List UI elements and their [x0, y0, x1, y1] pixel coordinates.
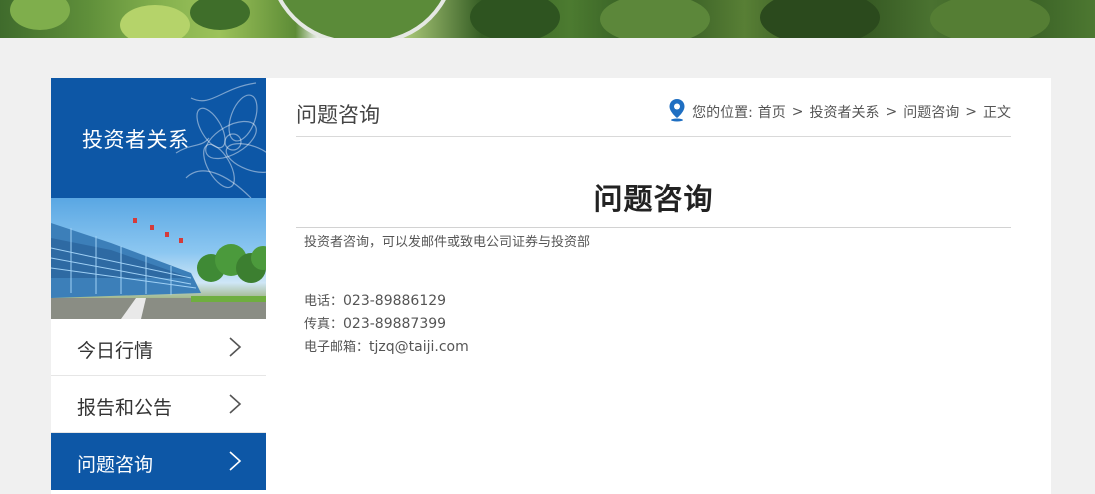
contact-email: 电子邮箱：tjzq@taiji.com	[304, 336, 469, 359]
contact-value: 023-89887399	[343, 316, 447, 332]
sidebar-item-today-market[interactable]: 今日行情	[51, 319, 266, 376]
breadcrumb-separator: >	[965, 104, 977, 120]
contact-label: 电子邮箱：	[304, 340, 370, 355]
sidebar-building-photo	[51, 198, 266, 319]
breadcrumb-separator: >	[885, 104, 898, 120]
chevron-right-icon	[229, 394, 242, 414]
chevron-right-icon	[229, 337, 242, 357]
header-banner-image	[0, 0, 1095, 38]
sidebar-item-label: 今日行情	[77, 340, 154, 362]
article-title: 问题咨询	[593, 182, 714, 216]
contact-phone: 电话：023-89886129	[304, 290, 469, 313]
breadcrumb-link-home[interactable]: 首页	[758, 102, 786, 122]
sidebar-section-title: 投资者关系	[82, 128, 190, 152]
page-title: 问题咨询	[296, 103, 380, 127]
sidebar: 投资者关系 今日行情 报告和公告 问题咨询	[51, 78, 266, 494]
breadcrumb-prefix: 您的位置:	[692, 105, 753, 121]
breadcrumb-separator: >	[791, 104, 804, 120]
sidebar-item-label: 问题咨询	[77, 454, 154, 476]
article-title-divider	[296, 227, 1011, 228]
contact-label: 电话：	[304, 294, 344, 309]
sidebar-item-inquiry[interactable]: 问题咨询	[51, 433, 266, 490]
sidebar-item-label: 报告和公告	[77, 397, 173, 419]
chevron-right-icon	[229, 451, 242, 471]
building-photo	[51, 218, 266, 319]
contact-value[interactable]: tjzq@taiji.com	[369, 339, 469, 355]
contact-fax: 传真：023-89887399	[304, 313, 469, 336]
sidebar-nav: 今日行情 报告和公告 问题咨询	[51, 319, 266, 490]
breadcrumb-link-investor-relations[interactable]: 投资者关系	[810, 102, 880, 122]
heading-divider	[296, 136, 1011, 137]
sidebar-item-reports-announcements[interactable]: 报告和公告	[51, 376, 266, 433]
article-intro: 投资者咨询，可以发邮件或致电公司证券与投资部	[304, 235, 591, 250]
contact-label: 传真：	[304, 317, 344, 332]
contact-info: 电话：023-89886129 传真：023-89887399 电子邮箱：tjz…	[304, 290, 469, 359]
breadcrumb-current: 正文	[983, 105, 1011, 121]
main-content: 问题咨询 您的位置: 首页 > 投资者关系 > 问题咨询 > 正文 问题咨询 投…	[266, 78, 1051, 494]
breadcrumb-link-inquiry[interactable]: 问题咨询	[903, 102, 959, 122]
location-pin-icon	[669, 99, 685, 122]
breadcrumb: 您的位置: 首页 > 投资者关系 > 问题咨询 > 正文	[668, 99, 1011, 122]
sidebar-header: 投资者关系	[51, 78, 266, 198]
contact-value: 023-89886129	[343, 293, 447, 309]
